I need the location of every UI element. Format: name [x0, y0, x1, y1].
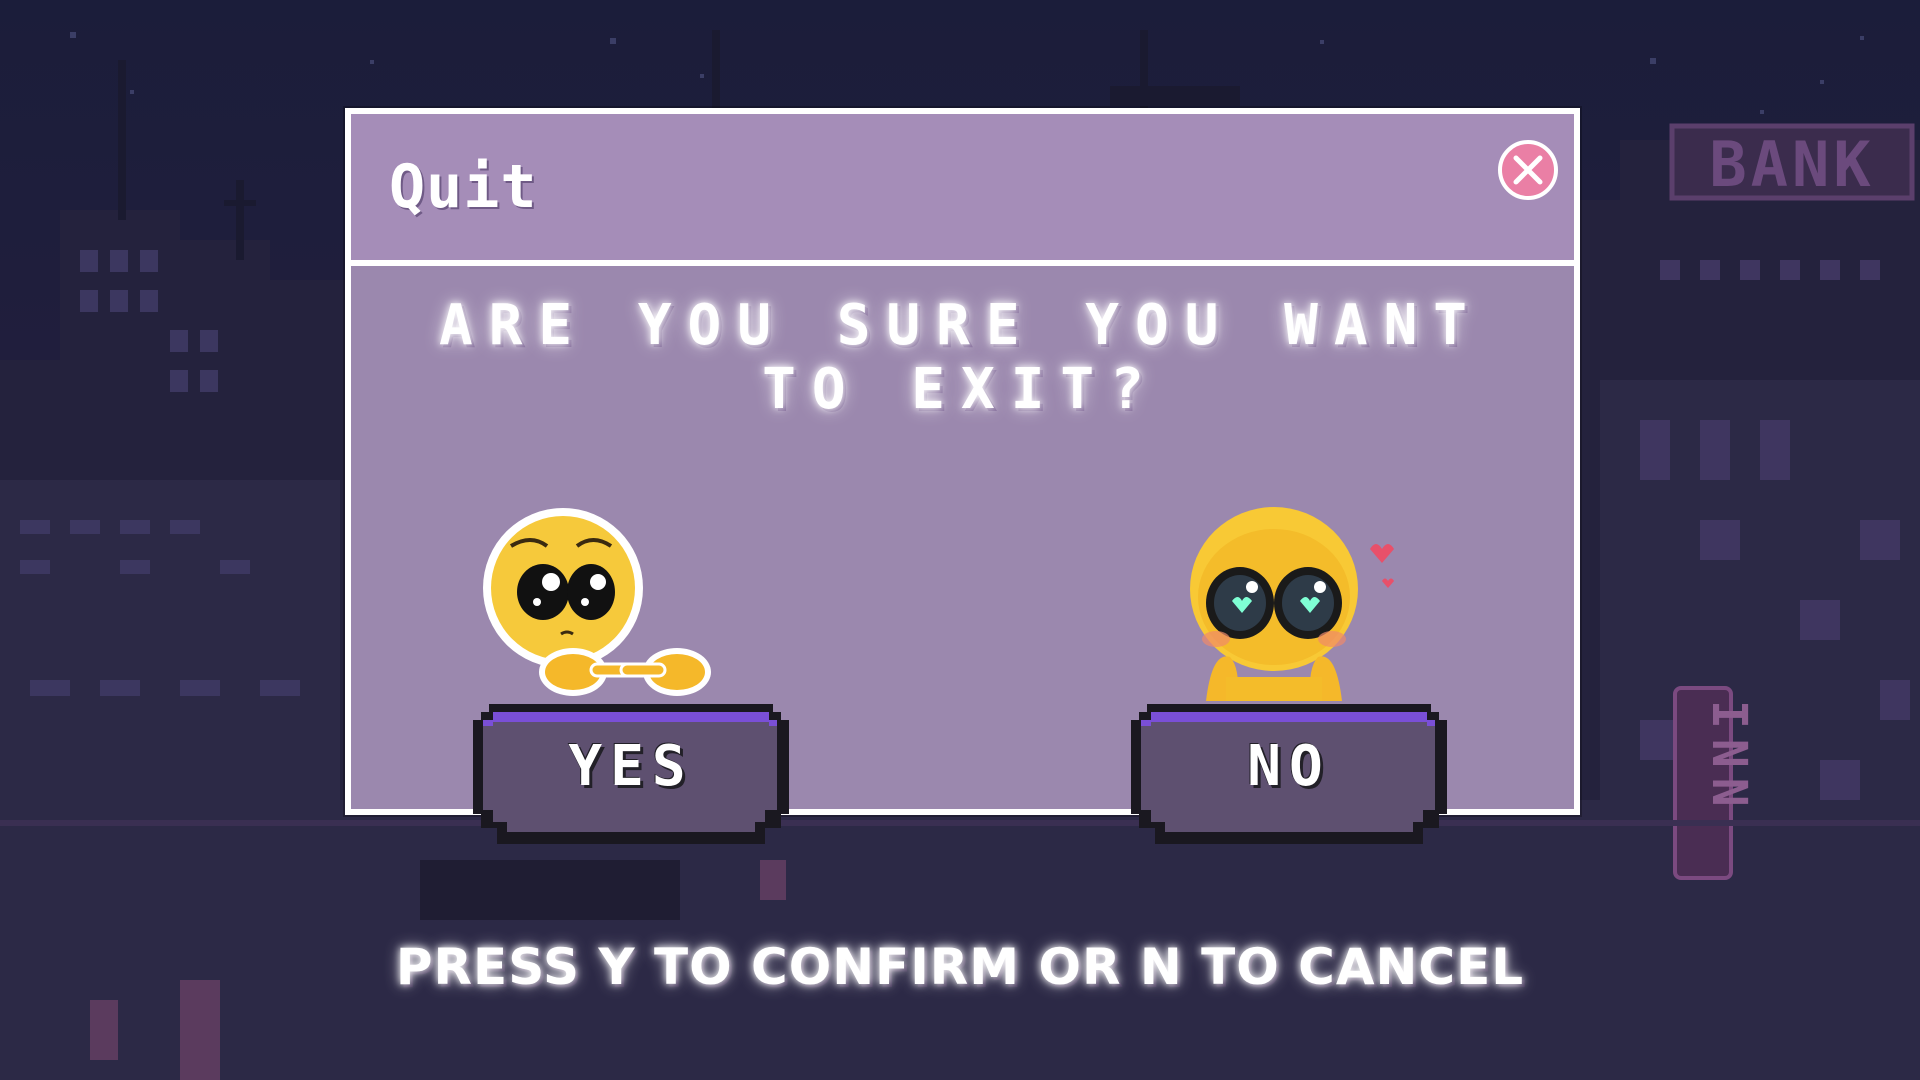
no-button-label: NO — [1247, 734, 1331, 799]
close-button[interactable] — [1498, 140, 1558, 200]
dialog-body: ARE YOU SURE YOU WANT TO EXIT? YES NO — [351, 266, 1574, 844]
yes-button-label: YES — [568, 734, 694, 799]
no-button[interactable]: NO — [1123, 704, 1455, 844]
close-icon — [1513, 155, 1543, 185]
pleading-finger-tap-emoji — [483, 508, 711, 696]
svg-text:INN: INN — [1701, 700, 1757, 817]
heart-eyes-emoji — [1190, 507, 1394, 701]
dialog-title: Quit — [389, 152, 538, 222]
keyboard-hint: PRESS Y TO CONFIRM OR N TO CANCEL — [395, 938, 1525, 996]
yes-button[interactable]: YES — [465, 704, 797, 844]
svg-text:BANK: BANK — [1709, 128, 1874, 201]
dialog-header: Quit — [351, 114, 1574, 266]
confirm-question: ARE YOU SURE YOU WANT TO EXIT? — [438, 293, 1483, 422]
quit-dialog: Quit ARE YOU SURE YOU WANT TO EXIT? YES … — [345, 108, 1580, 844]
bank-sign: BANK — [1669, 123, 1915, 201]
stars — [70, 32, 1864, 114]
